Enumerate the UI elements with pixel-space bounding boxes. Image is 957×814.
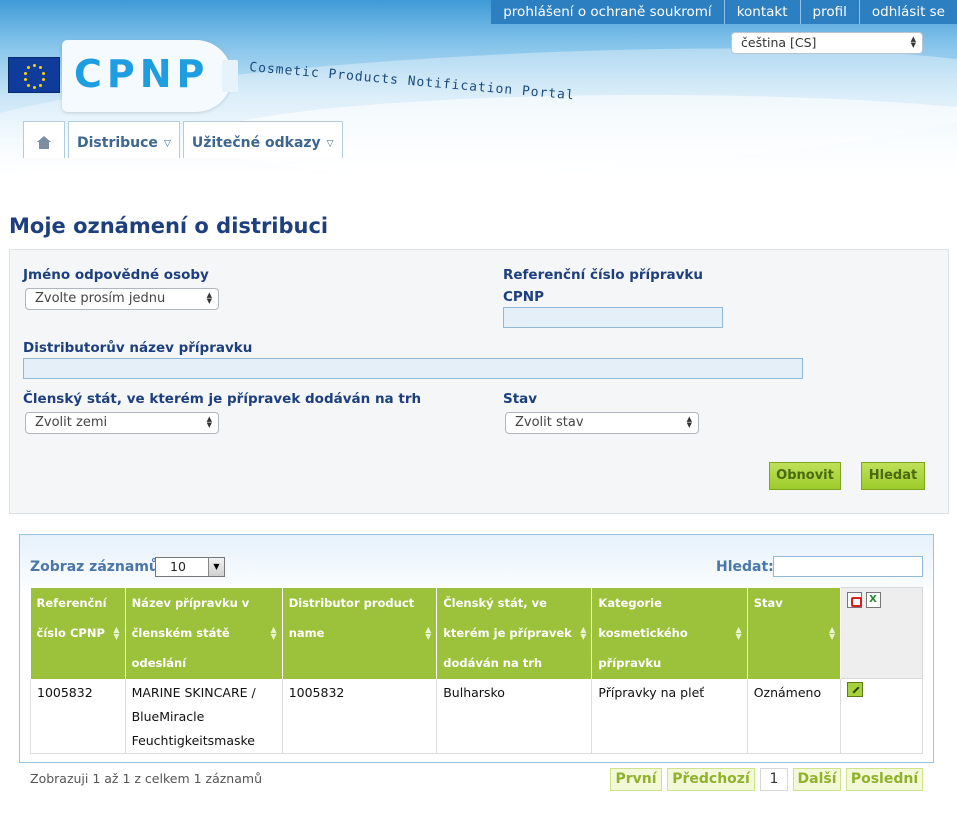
chevron-down-icon: ▽	[326, 139, 334, 149]
language-select[interactable]: čeština [CS] ▲ ▼	[731, 32, 923, 54]
excel-export-icon[interactable]	[866, 592, 882, 608]
member-state-label: Členský stát, ve kterém je přípravek dod…	[23, 391, 422, 407]
results-panel: Zobraz záznamů 10 ▼ Hledat: Referenční č…	[19, 534, 934, 763]
show-records-label: Zobraz záznamů	[30, 559, 159, 575]
home-icon	[37, 136, 51, 149]
column-header-label: Distributor product name	[288, 595, 415, 640]
column-header-export	[840, 587, 923, 679]
member-state-select[interactable]: Zvolit zemi ▲ ▼	[25, 412, 219, 434]
pagination-last[interactable]: Poslední	[846, 768, 923, 791]
column-header-product-name[interactable]: Název přípravku v členském státě odeslán…	[125, 587, 283, 679]
logout-link[interactable]: odhlásit se	[858, 0, 957, 24]
language-select-value: čeština [CS]	[741, 35, 817, 50]
top-navigation: prohlášení o ochraně soukromí kontakt pr…	[491, 0, 957, 24]
privacy-link[interactable]: prohlášení o ochraně soukromí	[491, 0, 723, 24]
column-header-label: Členský stát, ve kterém je přípravek dod…	[443, 595, 572, 670]
status-label: Stav	[503, 391, 538, 407]
member-state-select-value: Zvolit zemi	[35, 415, 108, 430]
table-search-label: Hledat:	[716, 559, 774, 575]
eu-flag-icon	[8, 57, 60, 93]
results-table: Referenční číslo CPNP ▲ ▼ Název přípravku…	[30, 587, 923, 754]
sort-icon: ▲ ▼	[425, 624, 432, 641]
sort-icon: ▲ ▼	[113, 624, 120, 641]
column-header-reference[interactable]: Referenční číslo CPNP ▲ ▼	[30, 587, 126, 679]
responsible-person-select[interactable]: Zvolte prosím jednu ▲ ▼	[25, 288, 219, 310]
column-header-label: Stav	[753, 595, 783, 610]
cpnp-input[interactable]	[503, 307, 723, 328]
pagination-previous[interactable]: Předchozí	[667, 768, 755, 791]
cell-status: Oznámeno	[747, 678, 842, 754]
status-select-value: Zvolit stav	[515, 415, 584, 430]
reference-number-label: Referenční číslo přípravku	[503, 267, 703, 283]
pagination-next[interactable]: Další	[793, 768, 841, 791]
table-search-input[interactable]	[773, 556, 923, 577]
updown-arrow-icon: ▲ ▼	[910, 35, 916, 49]
edit-icon[interactable]	[847, 682, 864, 697]
updown-arrow-icon: ▲ ▼	[686, 415, 692, 429]
column-header-status[interactable]: Stav ▲ ▼	[747, 587, 842, 679]
column-header-distributor-product-name[interactable]: Distributor product name ▲ ▼	[282, 587, 438, 679]
responsible-person-select-value: Zvolte prosím jednu	[35, 291, 166, 306]
tab-useful-links[interactable]: Užitečné odkazy ▽	[182, 121, 343, 158]
search-button[interactable]: Hledat	[861, 462, 925, 490]
cell-distributor-product-name: 1005832	[282, 678, 438, 754]
tab-distribution-label: Distribuce	[77, 135, 158, 151]
column-header-label: Kategorie kosmetického přípravku	[598, 595, 688, 670]
column-header-label: Referenční číslo CPNP	[36, 595, 107, 640]
column-header-category[interactable]: Kategorie kosmetického přípravku ▲ ▼	[591, 587, 748, 679]
sort-icon: ▲ ▼	[828, 624, 836, 641]
profile-link[interactable]: profil	[799, 0, 859, 24]
column-header-label: Název přípravku v členském státě odeslán…	[131, 595, 250, 670]
page-size-select[interactable]: 10 ▼	[155, 557, 225, 577]
cell-category: Přípravky na pleť	[591, 678, 748, 754]
tab-distribution[interactable]: Distribuce ▽	[68, 121, 180, 158]
distributor-name-label: Distributorův název přípravku	[23, 340, 253, 356]
refresh-button[interactable]: Obnovit	[769, 462, 841, 490]
table-info: Zobrazuji 1 až 1 z celkem 1 záznamů	[30, 771, 262, 786]
logo-tube-cap	[222, 60, 238, 92]
dropdown-arrow-icon: ▼	[208, 558, 224, 576]
tab-useful-links-label: Užitečné odkazy	[191, 135, 321, 151]
main-navigation: Distribuce ▽ Užitečné odkazy ▽	[23, 121, 343, 158]
logo-text: CPNP	[74, 52, 210, 96]
site-header: prohlášení o ochraně soukromí kontakt pr…	[0, 0, 957, 175]
page-size-value: 10	[170, 559, 186, 574]
sort-icon: ▲ ▼	[580, 624, 587, 641]
responsible-person-label: Jméno odpovědné osoby	[23, 267, 209, 283]
table-row: 1005832 MARINE SKINCARE / BlueMiracle Fe…	[30, 678, 923, 754]
status-select[interactable]: Zvolit stav ▲ ▼	[505, 412, 699, 434]
cell-member-state: Bulharsko	[436, 678, 593, 754]
sort-icon: ▲ ▼	[270, 624, 277, 641]
page-title: Moje oznámení o distribuci	[9, 214, 329, 238]
column-header-member-state[interactable]: Členský stát, ve kterém je přípravek dod…	[436, 587, 593, 679]
sort-icon: ▲ ▼	[735, 624, 742, 641]
pagination-first[interactable]: První	[610, 768, 662, 791]
cell-reference: 1005832	[30, 678, 126, 754]
chevron-down-icon: ▽	[163, 139, 171, 149]
filter-form: Jméno odpovědné osoby Zvolte prosím jedn…	[9, 249, 949, 514]
pdf-export-icon[interactable]	[847, 592, 863, 608]
cell-product-name: MARINE SKINCARE / BlueMiracle Feuchtigke…	[125, 678, 283, 754]
cpnp-label: CPNP	[503, 289, 544, 305]
updown-arrow-icon: ▲ ▼	[206, 291, 212, 305]
pagination-page-1[interactable]: 1	[760, 768, 788, 791]
cell-actions	[840, 678, 923, 754]
contact-link[interactable]: kontakt	[723, 0, 800, 24]
table-header-row: Referenční číslo CPNP ▲ ▼ Název přípravku…	[30, 587, 923, 679]
distributor-name-input[interactable]	[23, 358, 803, 379]
updown-arrow-icon: ▲ ▼	[206, 415, 212, 429]
tab-home[interactable]	[23, 121, 65, 158]
